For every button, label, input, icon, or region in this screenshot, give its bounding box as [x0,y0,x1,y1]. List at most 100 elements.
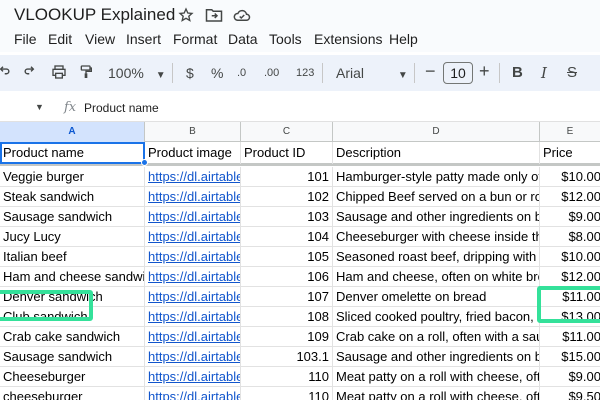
italic-button[interactable]: I [541,63,547,83]
decrease-decimal-button[interactable]: .0 [237,63,246,83]
cell-product-image-link[interactable]: https://dl.airtable.com [145,187,241,207]
header-price[interactable]: Price [540,142,600,164]
cell-product-image-link[interactable]: https://dl.airtable.com [145,367,241,387]
cell-price[interactable]: $15.00 [540,347,600,367]
star-icon[interactable] [178,7,196,25]
column-header-e[interactable]: E [540,122,600,142]
cell-price[interactable]: $8.00 [540,227,600,247]
cell-product-image-link[interactable]: https://dl.airtable.com [145,247,241,267]
menu-tools[interactable]: Tools [269,30,302,48]
menu-data[interactable]: Data [228,30,258,48]
cell-product-name[interactable]: Steak sandwich [0,187,145,207]
cell-product-name[interactable]: cheeseburger [0,387,145,400]
menu-help[interactable]: Help [389,30,418,48]
cell-product-name[interactable]: Ham and cheese sandwich [0,267,145,287]
cell-description[interactable]: Meat patty on a roll with cheese, often … [333,367,540,387]
cell-product-id[interactable]: 103.1 [241,347,333,367]
header-product-image[interactable]: Product image [145,142,241,164]
fill-handle[interactable] [141,159,148,166]
cell-product-image-link[interactable]: https://dl.airtable.com [145,387,241,400]
cell-product-name[interactable]: Italian beef [0,247,145,267]
cell-product-name[interactable]: Cheeseburger [0,367,145,387]
cell-description[interactable]: Cheeseburger with cheese inside the p [333,227,540,247]
cell-product-name[interactable]: Veggie burger [0,167,145,187]
font-select[interactable]: Arial ▼ [336,63,408,86]
column-header-d[interactable]: D [333,122,540,142]
cell-price[interactable]: $10.00 [540,247,600,267]
formula-input[interactable]: Product name [84,101,159,115]
menu-file[interactable]: File [14,30,37,48]
cell-description[interactable]: Sausage and other ingredients on brea [333,207,540,227]
menu-format[interactable]: Format [173,30,217,48]
menu-extensions[interactable]: Extensions [314,30,382,48]
spreadsheet-grid: A B C D E Product name Product image Pro… [0,122,600,400]
move-folder-icon[interactable] [205,7,223,25]
cell-product-image-link[interactable]: https://dl.airtable.com [145,267,241,287]
menu-insert[interactable]: Insert [126,30,161,48]
cell-product-id[interactable]: 103 [241,207,333,227]
header-product-id[interactable]: Product ID [241,142,333,164]
cell-description[interactable]: Sliced cooked poultry, fried bacon, lett… [333,307,540,327]
column-header-a[interactable]: A [0,122,145,142]
cloud-saved-icon[interactable] [233,7,251,25]
cell-description[interactable]: Chipped Beef served on a bun or roll [333,187,540,207]
increase-font-size-button[interactable]: + [479,61,490,81]
column-header-b[interactable]: B [145,122,241,142]
cell-price[interactable]: $12.00 [540,187,600,207]
cell-description[interactable]: Denver omelette on bread [333,287,540,307]
increase-decimal-button[interactable]: .00 [264,63,279,83]
cell-price[interactable]: $12.00 [540,267,600,287]
column-header-c[interactable]: C [241,122,333,142]
bold-button[interactable]: B [512,63,523,83]
cell-product-image-link[interactable]: https://dl.airtable.com [145,347,241,367]
cell-product-id[interactable]: 110 [241,367,333,387]
cell-description[interactable]: Meat patty on a roll with cheese, often … [333,387,540,400]
cell-price[interactable]: $9.50 [540,387,600,400]
cell-product-image-link[interactable]: https://dl.airtable.com [145,307,241,327]
menu-edit[interactable]: Edit [48,30,72,48]
cell-product-id[interactable]: 104 [241,227,333,247]
cell-product-id[interactable]: 105 [241,247,333,267]
cell-product-id[interactable]: 110 [241,387,333,400]
cell-product-id[interactable]: 107 [241,287,333,307]
cell-description[interactable]: Sausage and other ingredients on brea [333,347,540,367]
strikethrough-button[interactable]: S [567,63,577,83]
redo-icon[interactable] [24,65,38,79]
cell-product-id[interactable]: 108 [241,307,333,327]
percent-format-button[interactable]: % [211,63,223,83]
cell-price[interactable]: $9.00 [540,367,600,387]
cell-description[interactable]: Hamburger-style patty made only of no [333,167,540,187]
paint-format-icon[interactable] [78,64,94,80]
cell-product-name[interactable]: Crab cake sandwich [0,327,145,347]
cell-product-name[interactable]: Sausage sandwich [0,207,145,227]
active-cell-selection [0,142,145,164]
cell-product-name[interactable]: Jucy Lucy [0,227,145,247]
currency-format-button[interactable]: $ [186,63,194,83]
print-icon[interactable] [51,64,67,80]
menu-view[interactable]: View [85,30,115,48]
cell-product-id[interactable]: 109 [241,327,333,347]
cell-product-name[interactable]: Sausage sandwich [0,347,145,367]
cell-product-id[interactable]: 102 [241,187,333,207]
cell-description[interactable]: Crab cake on a roll, often with a sauce [333,327,540,347]
decrease-font-size-button[interactable]: − [425,61,436,81]
cell-price[interactable]: $11.00 [540,327,600,347]
cell-product-image-link[interactable]: https://dl.airtable.com [145,327,241,347]
cell-description[interactable]: Ham and cheese, often on white bread [333,267,540,287]
cell-description[interactable]: Seasoned roast beef, dripping with mea [333,247,540,267]
cell-price[interactable]: $9.00 [540,207,600,227]
cell-product-id[interactable]: 101 [241,167,333,187]
zoom-select[interactable]: 100% ▼ [108,63,166,86]
font-size-input[interactable]: 10 [443,62,473,84]
cell-product-image-link[interactable]: https://dl.airtable.com [145,207,241,227]
doc-title[interactable]: VLOOKUP Explained [14,5,175,25]
cell-product-image-link[interactable]: https://dl.airtable.com [145,287,241,307]
cell-product-id[interactable]: 106 [241,267,333,287]
name-box-dropdown-icon[interactable]: ▼ [35,102,44,112]
cell-price[interactable]: $10.00 [540,167,600,187]
header-description[interactable]: Description [333,142,540,164]
cell-product-image-link[interactable]: https://dl.airtable.com [145,227,241,247]
cell-product-image-link[interactable]: https://dl.airtable.com [145,167,241,187]
number-format-button[interactable]: 123 [296,63,314,83]
undo-icon[interactable] [0,65,10,79]
